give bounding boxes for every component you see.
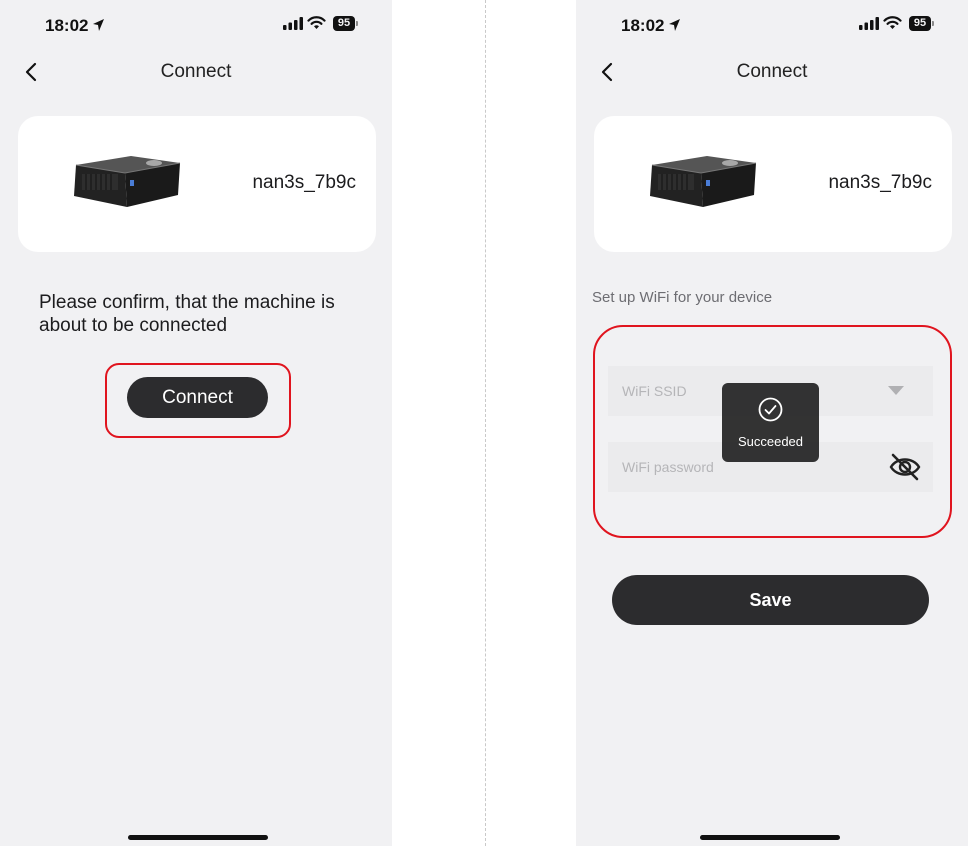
cellular-signal-icon <box>283 17 303 30</box>
device-name: nan3s_7b9c <box>828 172 932 193</box>
wifi-signal-icon <box>883 16 902 29</box>
status-time: 18:02 <box>621 16 665 35</box>
page-title: Connect <box>736 61 808 82</box>
status-time: 18:02 <box>45 16 89 35</box>
device-image <box>650 156 757 207</box>
success-toast: Succeeded <box>722 383 819 462</box>
cellular-signal-icon <box>859 17 879 30</box>
dropdown-arrow-icon[interactable] <box>888 386 904 396</box>
location-arrow-icon <box>669 19 680 31</box>
save-button[interactable]: Save <box>612 575 929 625</box>
nav-bar: Connect <box>576 52 968 92</box>
device-name: nan3s_7b9c <box>252 172 356 193</box>
connect-screen: 18:02 95 Connect nan3s_7b9c Please confi… <box>0 0 392 846</box>
page-title: Connect <box>160 61 232 82</box>
eye-off-icon[interactable] <box>888 452 922 482</box>
device-card: nan3s_7b9c <box>18 116 376 252</box>
nav-bar: Connect <box>0 52 392 92</box>
panel-divider <box>485 0 486 846</box>
check-circle-icon <box>758 397 783 422</box>
home-indicator <box>128 835 268 840</box>
device-card: nan3s_7b9c <box>594 116 952 252</box>
confirm-message: Please confirm, that the machine is abou… <box>39 292 335 336</box>
battery-icon: 95 <box>333 16 355 31</box>
battery-tip <box>932 21 934 26</box>
battery-tip <box>356 21 358 26</box>
wifi-signal-icon <box>307 16 326 29</box>
status-bar: 18:02 95 <box>0 0 392 52</box>
toast-message: Succeeded <box>737 434 804 449</box>
device-image <box>74 156 181 207</box>
home-indicator <box>700 835 840 840</box>
location-arrow-icon <box>93 19 104 31</box>
wifi-section-label: Set up WiFi for your device <box>592 289 773 306</box>
status-bar: 18:02 95 <box>576 0 968 52</box>
battery-icon: 95 <box>909 16 931 31</box>
wifi-setup-screen: 18:02 95 Connect nan3s_7b9c Set up WiFi … <box>576 0 968 846</box>
connect-button[interactable]: Connect <box>127 377 268 418</box>
